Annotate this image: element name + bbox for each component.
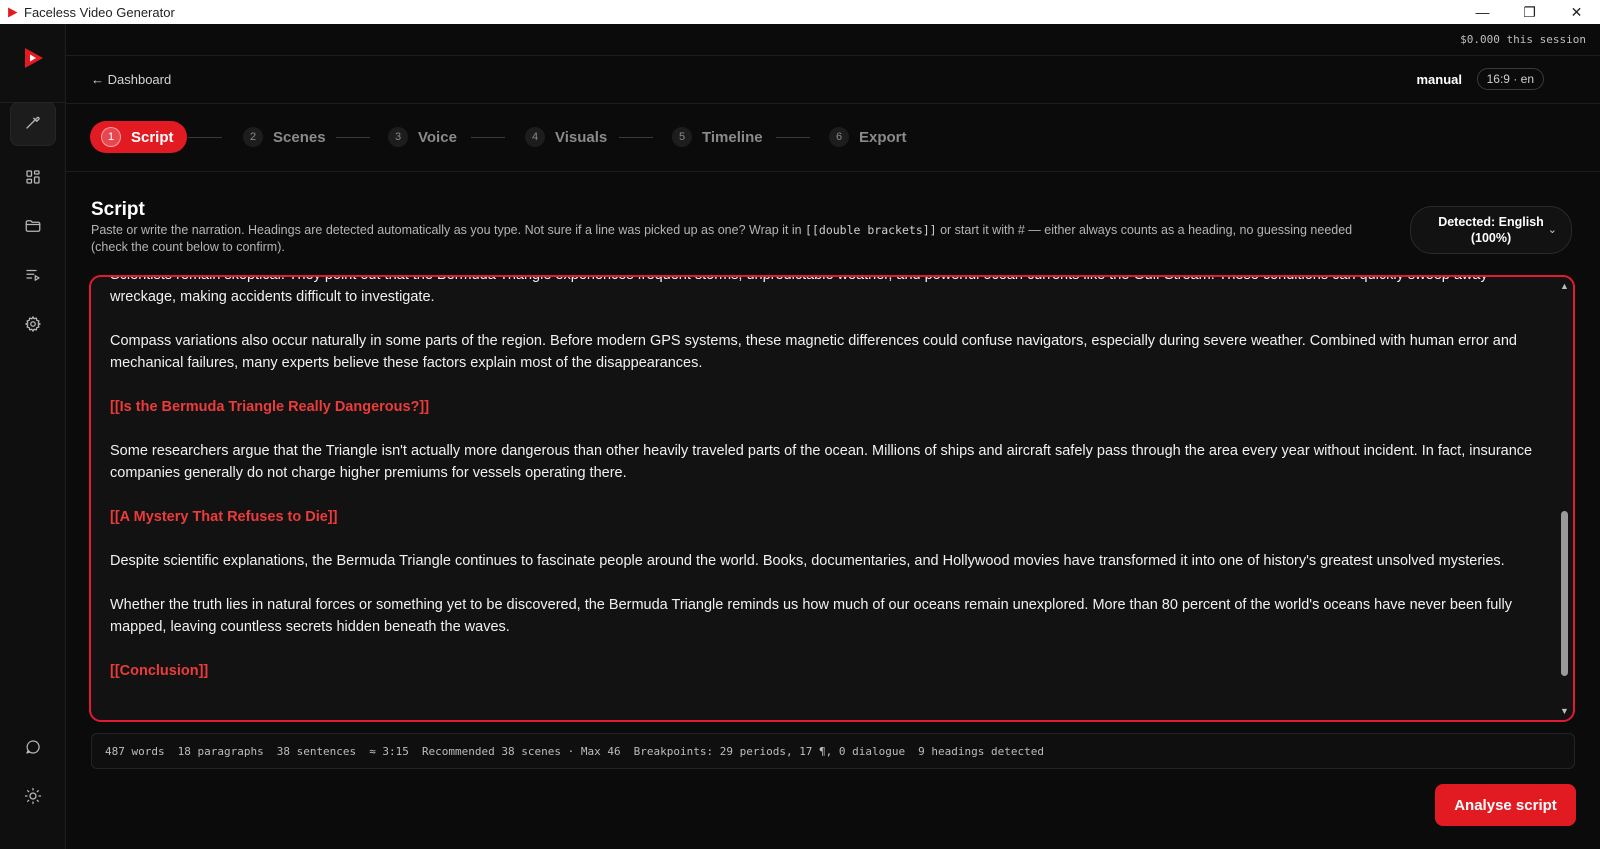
sidebar — [0, 24, 66, 849]
minimize-button[interactable]: — — [1459, 0, 1506, 24]
sun-icon — [24, 787, 42, 810]
playlist-icon — [24, 266, 42, 289]
double-brackets-code: [[double brackets]] — [805, 223, 937, 237]
format-badge: 16:9 · en — [1476, 68, 1544, 90]
step-visuals[interactable]: 4 Visuals — [525, 121, 607, 153]
editor-scrollbar[interactable]: ▲ ▼ — [1557, 281, 1571, 716]
step-connector — [336, 137, 370, 138]
script-paragraph: Despite scientific explanations, the Ber… — [110, 553, 1505, 569]
sidebar-item-queue[interactable] — [10, 255, 56, 299]
folder-icon — [24, 217, 42, 240]
step-connector — [619, 137, 653, 138]
step-label: Export — [859, 128, 907, 146]
script-editor[interactable]: Scientists remain skeptical. They point … — [89, 275, 1575, 722]
step-connector — [471, 137, 505, 138]
step-number: 1 — [101, 127, 121, 147]
detected-language-label: Detected: English (100%) — [1438, 215, 1544, 245]
app-logo[interactable] — [21, 46, 45, 70]
script-paragraph: Some researchers argue that the Triangle… — [110, 443, 1533, 481]
scroll-down-arrow-icon[interactable]: ▼ — [1560, 706, 1569, 716]
maximize-button[interactable]: ❐ — [1506, 0, 1553, 24]
recommended-scenes: Recommended 38 scenes · Max 46 — [421, 744, 621, 758]
step-script[interactable]: 1 Script — [90, 121, 187, 153]
page-header: ← Dashboard manual 16:9 · en — [66, 56, 1600, 104]
script-paragraph: Whether the truth lies in natural forces… — [110, 597, 1512, 635]
analyse-script-button[interactable]: Analyse script — [1435, 784, 1576, 826]
page-title: Script — [91, 199, 145, 220]
step-label: Voice — [418, 128, 457, 146]
step-export[interactable]: 6 Export — [829, 121, 907, 153]
estimated-duration: ≈ 3:15 — [369, 744, 409, 758]
step-label: Visuals — [555, 128, 608, 146]
step-connector — [188, 137, 222, 138]
close-button[interactable]: ✕ — [1553, 0, 1600, 24]
step-number: 3 — [388, 127, 408, 147]
session-bar: $0.000 this session — [66, 24, 1600, 56]
scrollbar-thumb[interactable] — [1561, 511, 1568, 676]
step-number: 6 — [829, 127, 849, 147]
sidebar-item-settings[interactable] — [10, 304, 56, 348]
window-controls: — ❐ ✕ — [1459, 0, 1600, 24]
chevron-down-icon: ⌄ — [1547, 224, 1557, 236]
step-label: Script — [131, 128, 174, 146]
sidebar-item-dashboard[interactable] — [10, 157, 56, 201]
sentence-count: 38 sentences — [276, 744, 357, 758]
script-paragraph: Compass variations also occur naturally … — [110, 333, 1517, 371]
mode-label: manual — [1416, 72, 1462, 87]
gear-icon — [24, 315, 42, 338]
scroll-up-arrow-icon[interactable]: ▲ — [1560, 281, 1569, 291]
step-scenes[interactable]: 2 Scenes — [243, 121, 326, 153]
step-connector — [776, 137, 810, 138]
breakpoints-summary: Breakpoints: 29 periods, 17 ¶, 0 dialogu… — [633, 744, 906, 758]
back-to-dashboard-link[interactable]: ← Dashboard — [91, 72, 171, 87]
language-dropdown[interactable]: Detected: English (100%) ⌄ — [1410, 206, 1572, 254]
step-label: Scenes — [273, 128, 326, 146]
sidebar-item-theme[interactable] — [10, 776, 56, 820]
word-count: 487 words — [105, 744, 165, 758]
script-text[interactable]: Scientists remain skeptical. They point … — [110, 275, 1540, 704]
step-label: Timeline — [702, 128, 763, 146]
grid-icon — [24, 168, 42, 191]
instructions-text: Paste or write the narration. Headings a… — [91, 223, 806, 237]
step-number: 4 — [525, 127, 545, 147]
script-heading: [[Is the Bermuda Triangle Really Dangero… — [110, 399, 430, 415]
sidebar-item-feedback[interactable] — [10, 727, 56, 771]
headings-detected: 9 headings detected — [918, 744, 1044, 758]
paragraph-count: 18 paragraphs — [177, 744, 264, 758]
step-timeline[interactable]: 5 Timeline — [672, 121, 763, 153]
workflow-stepper: 1 Script 2 Scenes 3 Voice 4 Visuals 5 Ti… — [66, 104, 1600, 172]
session-cost: $0.000 this session — [1460, 33, 1586, 46]
step-voice[interactable]: 3 Voice — [388, 121, 457, 153]
chat-icon — [24, 738, 42, 761]
script-heading: [[Conclusion]] — [110, 663, 209, 679]
script-stats-bar: 487 words 18 paragraphs 38 sentences ≈ 3… — [91, 733, 1575, 769]
window-titlebar: Faceless Video Generator — ❐ ✕ — [0, 0, 1600, 24]
sidebar-item-projects[interactable] — [10, 206, 56, 250]
script-heading: [[A Mystery That Refuses to Die]] — [110, 509, 338, 525]
window-title: Faceless Video Generator — [24, 4, 175, 20]
script-instructions: Paste or write the narration. Headings a… — [91, 222, 1381, 256]
app-logo-icon — [0, 7, 24, 18]
step-number: 2 — [243, 127, 263, 147]
script-paragraph: Scientists remain skeptical. They point … — [110, 275, 1488, 305]
wand-icon — [24, 113, 42, 136]
sidebar-item-script[interactable] — [10, 102, 56, 146]
step-number: 5 — [672, 127, 692, 147]
